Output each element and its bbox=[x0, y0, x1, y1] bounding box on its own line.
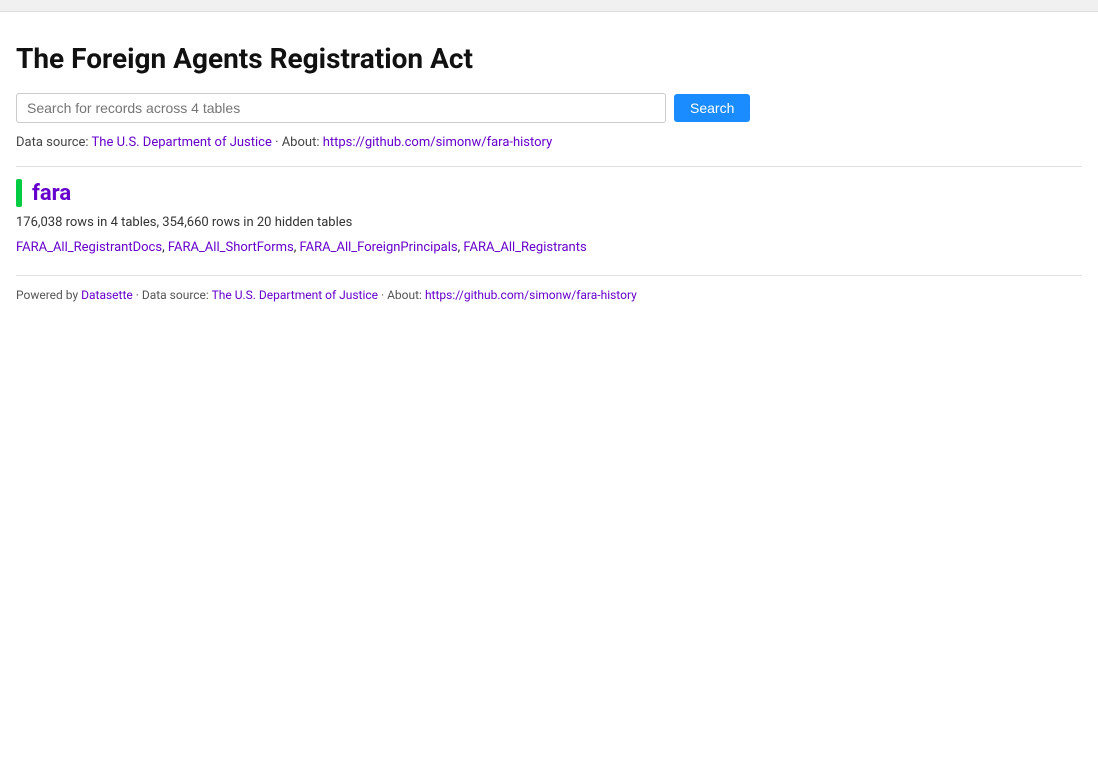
table-link-foreignprincipals[interactable]: FARA_All_ForeignPrincipals bbox=[300, 240, 458, 255]
data-source-link[interactable]: The U.S. Department of Justice bbox=[92, 135, 272, 150]
footer-about-link[interactable]: https://github.com/simonw/fara-history bbox=[425, 288, 637, 302]
database-section: fara 176,038 rows in 4 tables, 354,660 r… bbox=[16, 179, 1082, 255]
main-content: The Foreign Agents Registration Act Sear… bbox=[0, 12, 1098, 322]
footer-source-link[interactable]: The U.S. Department of Justice bbox=[212, 288, 378, 302]
footer-about-prefix: · About: bbox=[378, 288, 425, 302]
table-link-shortforms[interactable]: FARA_All_ShortForms bbox=[168, 240, 294, 255]
rows-info: 176,038 rows in 4 tables, 354,660 rows i… bbox=[16, 215, 1082, 230]
search-input[interactable] bbox=[16, 93, 666, 123]
footer-line: Powered by Datasette · Data source: The … bbox=[16, 288, 1082, 302]
table-link-registrantdocs[interactable]: FARA_All_RegistrantDocs bbox=[16, 240, 162, 255]
datasette-link[interactable]: Datasette bbox=[81, 288, 133, 302]
search-row: Search bbox=[16, 93, 1082, 123]
search-button[interactable]: Search bbox=[674, 94, 750, 122]
color-bar bbox=[16, 179, 22, 207]
table-link-registrants[interactable]: FARA_All_Registrants bbox=[463, 240, 586, 255]
data-source-line: Data source: The U.S. Department of Just… bbox=[16, 135, 1082, 150]
database-name-link[interactable]: fara bbox=[32, 181, 71, 206]
about-prefix: · About: bbox=[272, 135, 323, 150]
footer-data-source-prefix: · Data source: bbox=[133, 288, 212, 302]
about-link[interactable]: https://github.com/simonw/fara-history bbox=[323, 135, 553, 150]
page-title: The Foreign Agents Registration Act bbox=[16, 42, 1082, 75]
divider-top bbox=[16, 166, 1082, 167]
top-bar bbox=[0, 0, 1098, 12]
divider-bottom bbox=[16, 275, 1082, 276]
tables-list: FARA_All_RegistrantDocs, FARA_All_ShortF… bbox=[16, 240, 1082, 255]
data-source-prefix: Data source: bbox=[16, 135, 92, 150]
database-header: fara bbox=[16, 179, 1082, 207]
powered-by-prefix: Powered by bbox=[16, 288, 81, 302]
